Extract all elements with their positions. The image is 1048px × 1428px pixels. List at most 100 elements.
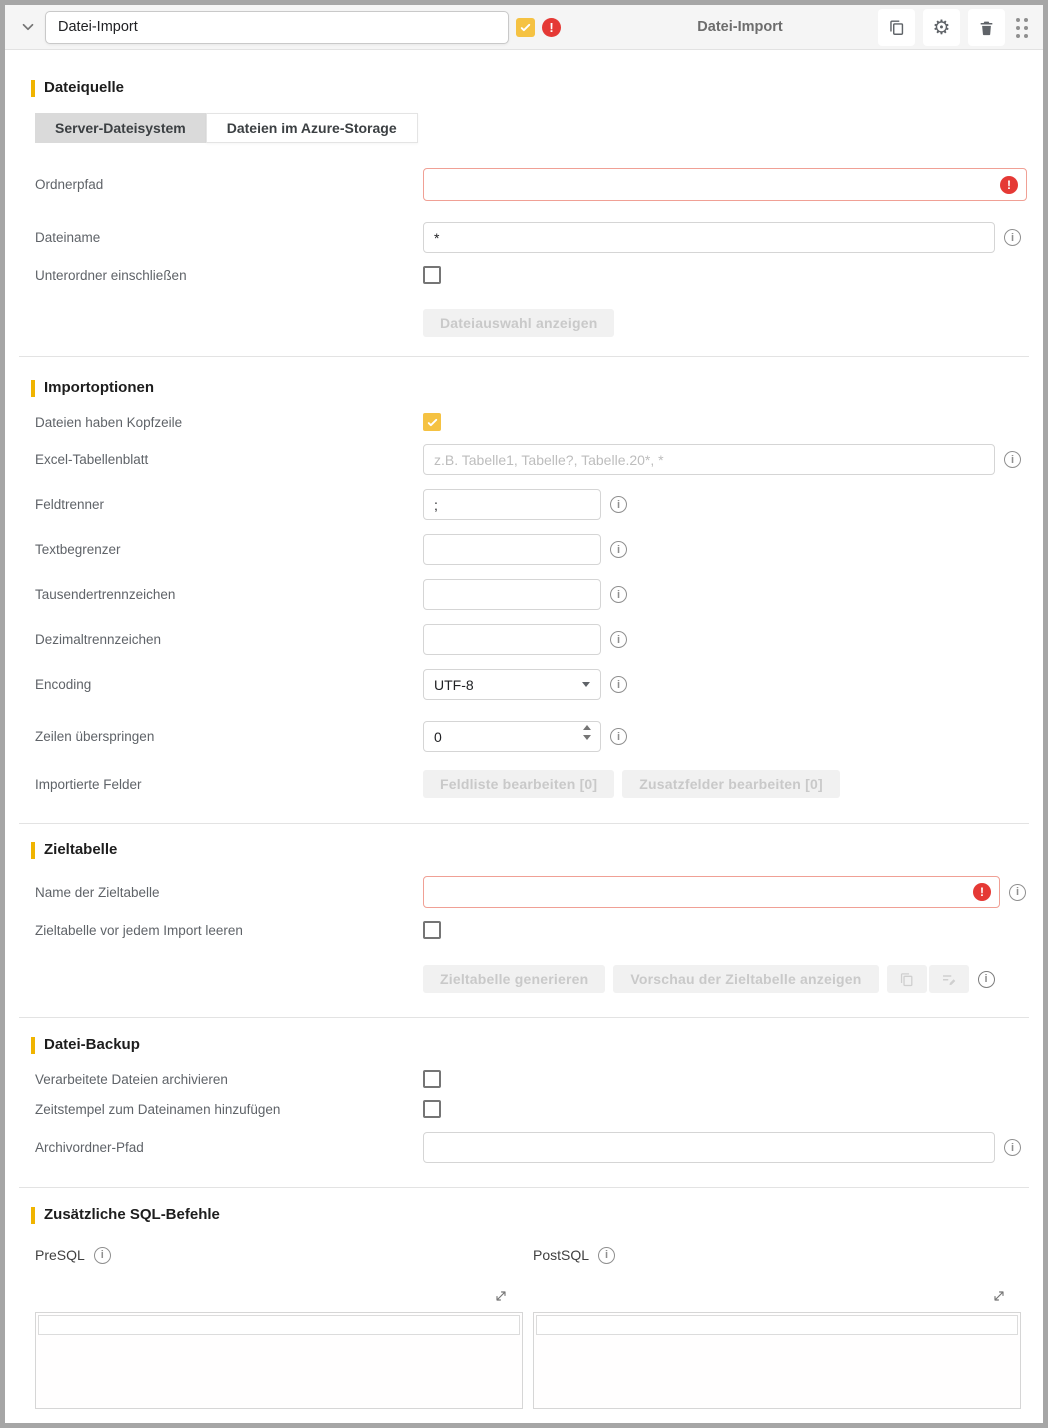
importierte-felder-label: Importierte Felder (35, 777, 423, 792)
panel-title: Datei-Import (650, 19, 830, 35)
expand-icon[interactable] (493, 1288, 509, 1304)
feldtrenner-input[interactable] (423, 489, 601, 520)
archivordner-label: Archivordner-Pfad (35, 1140, 423, 1155)
dezimaltrennzeichen-label: Dezimaltrennzeichen (35, 632, 423, 647)
tausendertrennzeichen-input[interactable] (423, 579, 601, 610)
section-divider (19, 1017, 1029, 1018)
section-zieltabelle-title: Zieltabelle (5, 841, 1043, 859)
row-feldtrenner: Feldtrenner (5, 489, 1043, 520)
info-icon[interactable] (610, 586, 627, 603)
textbegrenzer-input[interactable] (423, 534, 601, 565)
row-ordnerpfad: Ordnerpfad (5, 168, 1043, 201)
number-stepper[interactable] (583, 725, 591, 740)
field-error-icon (973, 883, 991, 901)
copy-table-button[interactable] (887, 965, 927, 993)
row-kopfzeile: Dateien haben Kopfzeile (5, 413, 1043, 431)
row-zeitstempel: Zeitstempel zum Dateinamen hinzufügen (5, 1100, 1043, 1118)
dateiauswahl-anzeigen-button[interactable]: Dateiauswahl anzeigen (423, 309, 614, 337)
info-icon[interactable] (978, 971, 995, 988)
zusatzfelder-bearbeiten-button[interactable]: Zusatzfelder bearbeiten [0] (622, 770, 840, 798)
zieltabelle-leeren-checkbox[interactable] (423, 921, 441, 939)
section-accent-bar (31, 842, 35, 859)
section-sql-title: Zusätzliche SQL-Befehle (5, 1206, 1043, 1224)
postsql-label: PostSQL (533, 1247, 589, 1263)
row-zieltabelle-buttons: Zieltabelle generieren Vorschau der Ziel… (5, 965, 1043, 993)
presql-editor-line[interactable] (38, 1315, 520, 1335)
info-icon[interactable] (610, 728, 627, 745)
row-textbegrenzer: Textbegrenzer (5, 534, 1043, 565)
zeilen-ueberspringen-input[interactable] (423, 721, 601, 752)
section-dateiquelle-title: Dateiquelle (5, 79, 1043, 97)
sql-expand-row (5, 1288, 1043, 1304)
kopfzeile-label: Dateien haben Kopfzeile (35, 415, 423, 430)
info-icon[interactable] (610, 631, 627, 648)
kopfzeile-checkbox[interactable] (423, 413, 441, 431)
info-icon[interactable] (94, 1247, 111, 1264)
section-accent-bar (31, 380, 35, 397)
tab-azure-storage[interactable]: Dateien im Azure-Storage (206, 113, 418, 143)
encoding-select[interactable]: UTF-8 (423, 669, 601, 700)
tab-server-dateisystem[interactable]: Server-Dateisystem (35, 113, 206, 143)
section-title-text: Zieltabelle (44, 841, 117, 859)
textbegrenzer-label: Textbegrenzer (35, 542, 423, 557)
panel-header: Datei-Import ⚙ (5, 5, 1043, 50)
chevron-down-icon (582, 682, 590, 687)
excel-tabellenblatt-input[interactable] (423, 444, 995, 475)
chevron-down-icon[interactable] (15, 14, 41, 40)
stepper-down-icon[interactable] (583, 735, 591, 740)
row-archivieren: Verarbeitete Dateien archivieren (5, 1070, 1043, 1088)
copy-icon (887, 18, 906, 37)
postsql-editor[interactable] (533, 1312, 1021, 1409)
encoding-value: UTF-8 (434, 677, 474, 693)
info-icon[interactable] (1009, 884, 1026, 901)
validation-error-icon (542, 18, 561, 37)
row-encoding: Encoding UTF-8 (5, 669, 1043, 700)
expand-icon[interactable] (991, 1288, 1007, 1304)
section-title-text: Datei-Backup (44, 1036, 140, 1054)
settings-button[interactable]: ⚙ (923, 9, 960, 46)
stepper-up-icon[interactable] (583, 725, 591, 730)
drag-handle-icon[interactable] (1011, 9, 1033, 46)
row-unterordner: Unterordner einschließen (5, 266, 1043, 284)
encoding-label: Encoding (35, 677, 423, 692)
copy-icon (898, 971, 915, 988)
presql-editor[interactable] (35, 1312, 523, 1409)
info-icon[interactable] (610, 496, 627, 513)
zieltabelle-generieren-button[interactable]: Zieltabelle generieren (423, 965, 605, 993)
zieltabelle-name-input[interactable] (423, 876, 1000, 908)
step-name-input[interactable] (45, 11, 509, 44)
edit-list-icon (940, 970, 958, 988)
edit-table-button[interactable] (929, 965, 969, 993)
zeilen-label: Zeilen überspringen (35, 729, 423, 744)
archivordner-pfad-input[interactable] (423, 1132, 995, 1163)
sql-labels-row: PreSQL PostSQL (5, 1246, 1043, 1264)
dateiname-input[interactable] (423, 222, 995, 253)
dateiname-label: Dateiname (35, 230, 423, 245)
row-zeilen-ueberspringen: Zeilen überspringen (5, 721, 1043, 752)
unterordner-label: Unterordner einschließen (35, 268, 423, 283)
copy-button[interactable] (878, 9, 915, 46)
info-icon[interactable] (1004, 451, 1021, 468)
delete-button[interactable] (968, 9, 1005, 46)
ordnerpfad-label: Ordnerpfad (35, 177, 423, 192)
zieltabelle-name-label: Name der Zieltabelle (35, 885, 423, 900)
section-datei-backup-title: Datei-Backup (5, 1036, 1043, 1054)
row-archivordner-pfad: Archivordner-Pfad (5, 1132, 1043, 1163)
postsql-editor-line[interactable] (536, 1315, 1018, 1335)
info-icon[interactable] (610, 676, 627, 693)
ordnerpfad-input[interactable] (423, 168, 1027, 201)
vorschau-zieltabelle-button[interactable]: Vorschau der Zieltabelle anzeigen (613, 965, 878, 993)
info-icon[interactable] (610, 541, 627, 558)
info-icon[interactable] (1004, 229, 1021, 246)
info-icon[interactable] (598, 1247, 615, 1264)
tausendertrennzeichen-label: Tausendertrennzeichen (35, 587, 423, 602)
field-error-icon (1000, 176, 1018, 194)
archivieren-checkbox[interactable] (423, 1070, 441, 1088)
dezimaltrennzeichen-input[interactable] (423, 624, 601, 655)
header-actions: ⚙ (870, 9, 1033, 46)
unterordner-checkbox[interactable] (423, 266, 441, 284)
zeitstempel-checkbox[interactable] (423, 1100, 441, 1118)
info-icon[interactable] (1004, 1139, 1021, 1156)
feldliste-bearbeiten-button[interactable]: Feldliste bearbeiten [0] (423, 770, 614, 798)
step-enabled-checkbox[interactable] (516, 18, 535, 37)
